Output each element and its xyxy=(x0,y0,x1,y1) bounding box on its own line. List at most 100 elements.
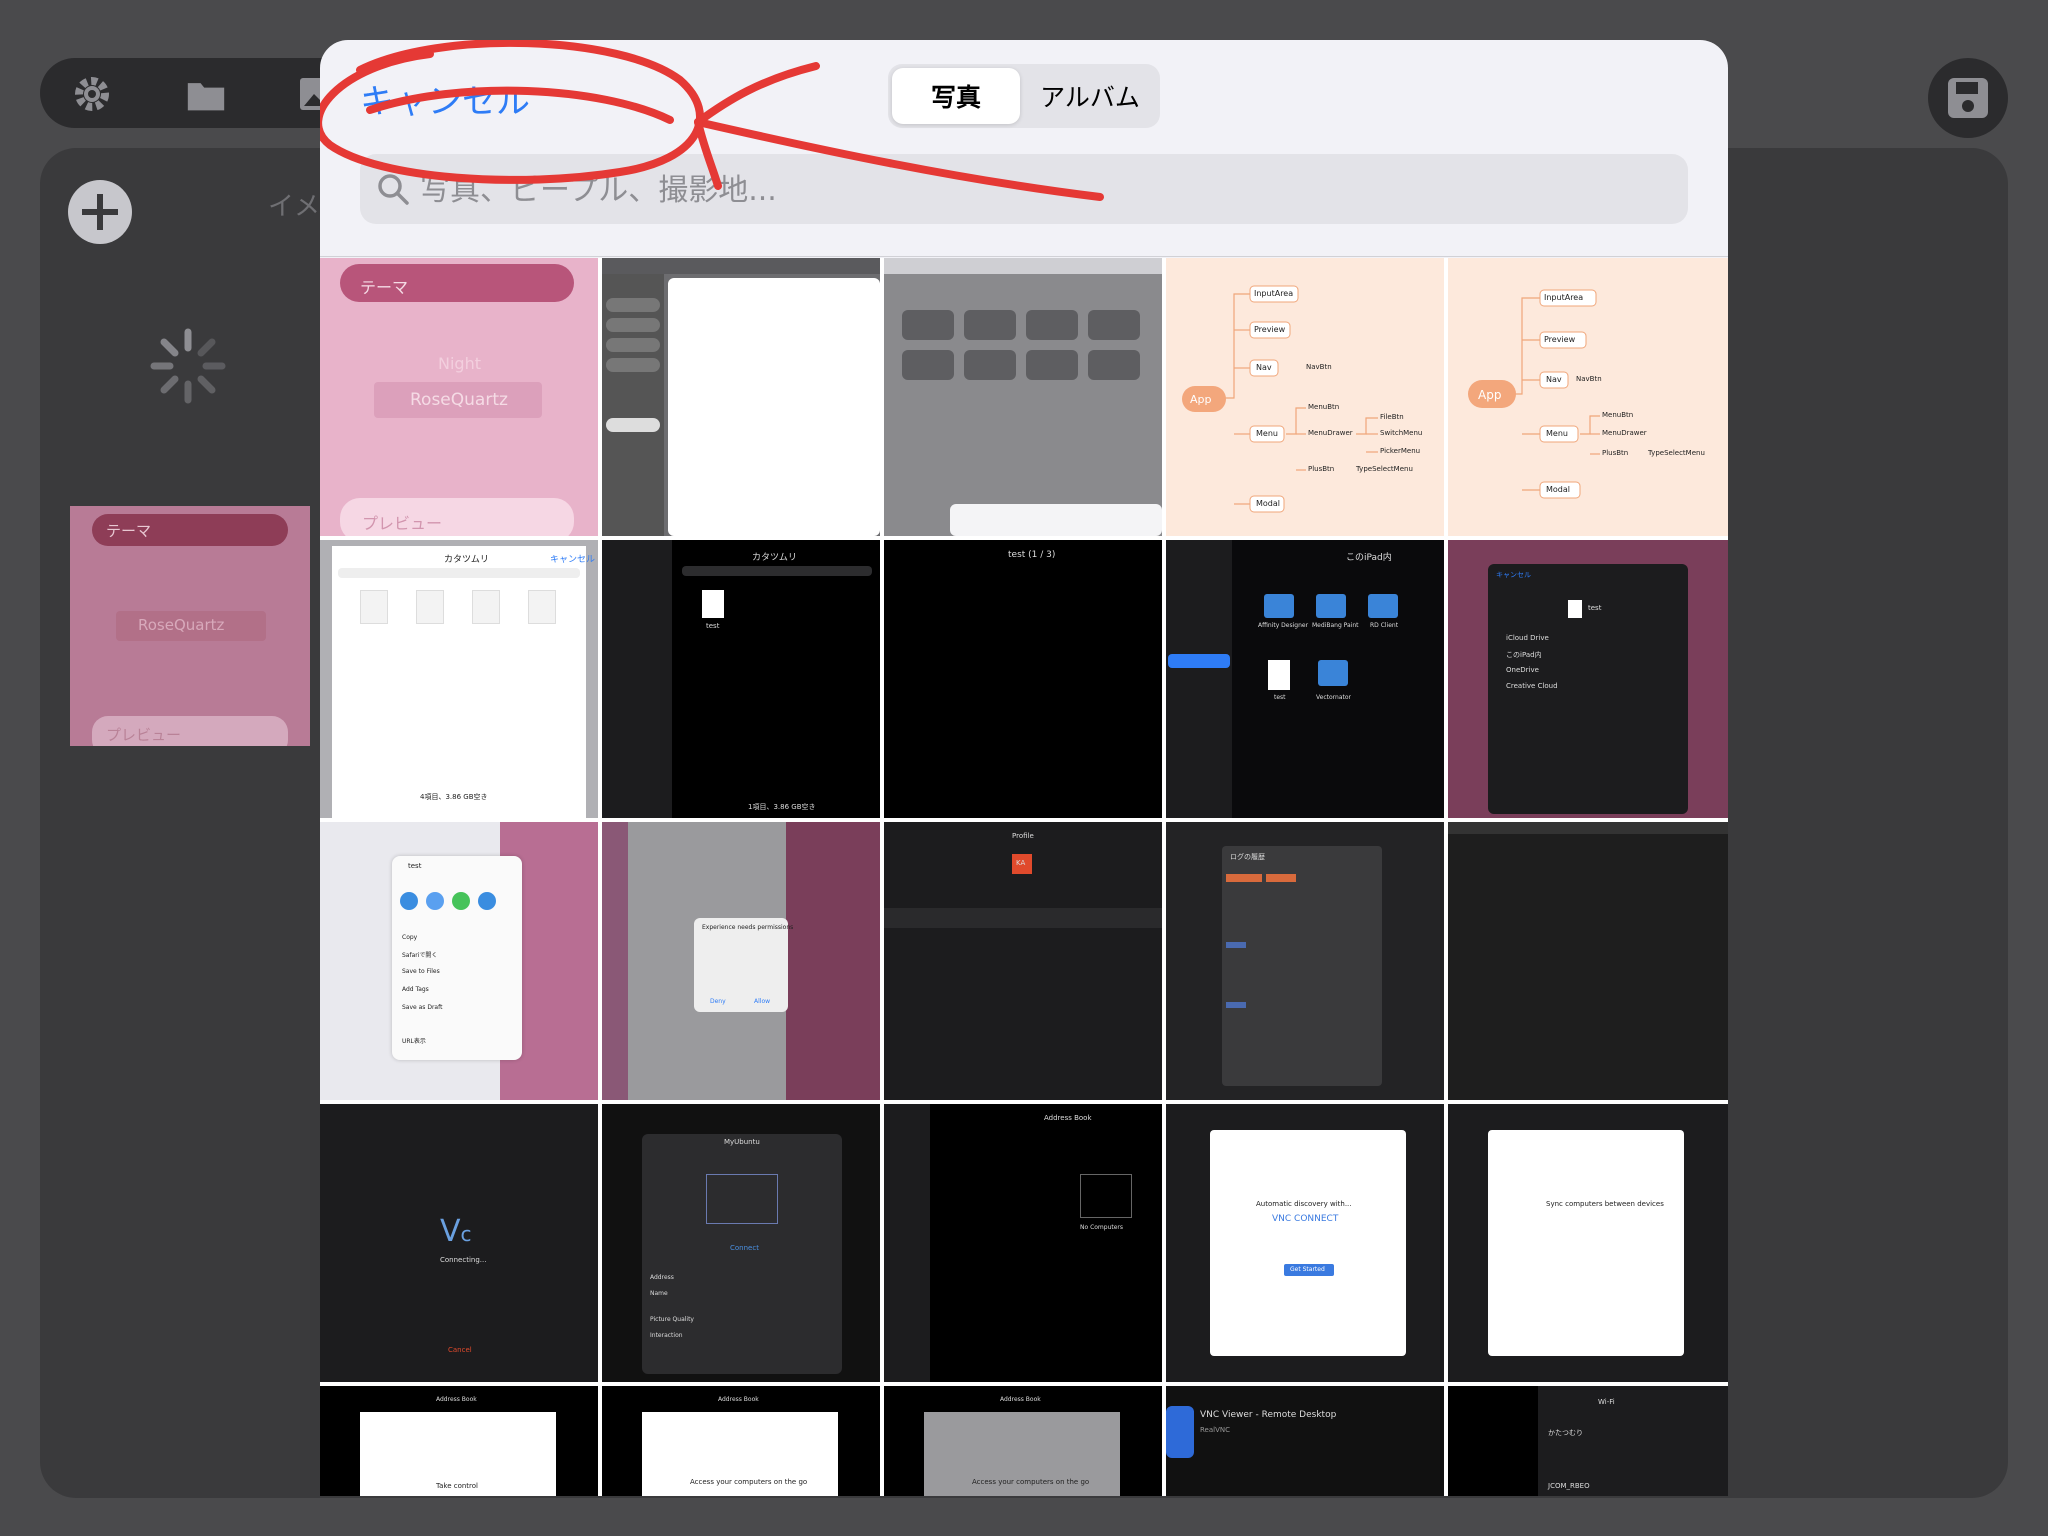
photo-thumbnail[interactable]: ログの履歴 xyxy=(1166,822,1444,1100)
cell-text: Save as Draft xyxy=(402,1004,443,1011)
cell-text: InputArea xyxy=(1254,289,1294,298)
photo-thumbnail[interactable]: カタツムリ キャンセル 4項目、3.86 GB空き xyxy=(320,540,598,818)
photo-thumbnail[interactable]: キャンセル test iCloud Drive このiPad内 OneDrive… xyxy=(1448,540,1728,818)
cell-text: RealVNC xyxy=(1200,1426,1231,1434)
thumb-theme-label: テーマ xyxy=(106,522,152,540)
cell-text: プレビュー xyxy=(362,514,443,533)
cell-text: Get Started xyxy=(1290,1266,1325,1273)
photo-thumbnail[interactable] xyxy=(884,258,1162,536)
cell-text: URL表示 xyxy=(402,1038,426,1045)
cell-text: RoseQuartz xyxy=(410,390,508,410)
cell-text: RD Client xyxy=(1370,622,1399,629)
photo-thumbnail[interactable]: Address Book Access your computers on th… xyxy=(884,1386,1162,1496)
cell-text: Wi-Fi xyxy=(1598,1398,1615,1406)
cell-text: Modal xyxy=(1546,485,1570,494)
cell-text: MenuBtn xyxy=(1602,411,1634,419)
cell-text: Preview xyxy=(1544,335,1576,344)
photo-thumbnail[interactable] xyxy=(1588,822,1728,1100)
cell-text: MyUbuntu xyxy=(724,1138,760,1146)
cell-text: PlusBtn xyxy=(1602,449,1629,457)
cell-text: かたつむり xyxy=(1548,1429,1583,1437)
cell-text: Name xyxy=(650,1290,668,1297)
photo-thumbnail[interactable]: VNC Viewer - Remote Desktop RealVNC xyxy=(1166,1386,1444,1496)
gear-icon[interactable] xyxy=(72,74,112,114)
photo-thumbnail[interactable]: テーマ Night RoseQuartz プレビュー xyxy=(320,258,598,536)
loading-spinner-icon xyxy=(150,328,226,404)
cell-text: test xyxy=(706,622,720,630)
cell-text: NavBtn xyxy=(1306,363,1332,371)
segment-photos[interactable]: 写真 xyxy=(892,68,1020,124)
cell-text: iCloud Drive xyxy=(1506,634,1549,642)
cell-text: Add Tags xyxy=(402,986,429,993)
cell-text: Affinity Designer xyxy=(1258,622,1309,629)
background-preview-thumbnail[interactable]: テーマ RoseQuartz プレビュー xyxy=(70,506,310,746)
cell-text: VNC Viewer - Remote Desktop xyxy=(1200,1410,1337,1420)
photo-thumbnail[interactable]: App InputArea Preview Nav NavBtn Menu Me… xyxy=(1448,258,1728,536)
cell-text: Night xyxy=(438,354,481,373)
cancel-button[interactable]: キャンセル xyxy=(360,74,530,123)
cell-text: TypeSelectMenu xyxy=(1356,465,1413,473)
search-field[interactable] xyxy=(360,154,1688,224)
cell-text: Cancel xyxy=(448,1346,472,1354)
photo-thumbnail[interactable]: MyUbuntu Connect Address Name Picture Qu… xyxy=(602,1104,880,1382)
photo-thumbnail[interactable]: このiPad内 Affinity Designer MediBang Paint… xyxy=(1166,540,1444,818)
cell-text: SwitchMenu xyxy=(1380,429,1423,437)
cell-text: Save to Files xyxy=(402,968,440,975)
add-button[interactable] xyxy=(68,180,132,244)
photo-thumbnail[interactable]: Address Book No Computers xyxy=(884,1104,1162,1382)
cell-text: Modal xyxy=(1256,499,1280,508)
cell-text: ログの履歴 xyxy=(1230,853,1265,861)
cell-text: App xyxy=(1190,393,1212,406)
photo-thumbnail[interactable]: App InputArea Preview Nav NavBtn Menu Me… xyxy=(1166,258,1444,536)
cell-text: Safariで開く xyxy=(402,952,438,959)
photo-thumbnail[interactable]: Wi-Fi かたつむり JCOM_RBEO xyxy=(1448,1386,1728,1496)
search-input[interactable] xyxy=(418,166,1662,214)
photo-thumbnail[interactable]: Automatic discovery with... VNC CONNECT … xyxy=(1166,1104,1444,1382)
photo-thumbnail[interactable]: test (1 / 3) xyxy=(884,540,1162,818)
cell-text: このiPad内 xyxy=(1506,651,1542,659)
cell-text: PlusBtn xyxy=(1308,465,1335,473)
photo-thumbnail[interactable]: Vc Connecting... Cancel xyxy=(320,1104,598,1382)
thumb-sample-text: RoseQuartz xyxy=(138,616,225,634)
cell-text: Picture Quality xyxy=(650,1316,694,1323)
cell-text: Vectornator xyxy=(1316,694,1351,701)
cell-text: OneDrive xyxy=(1506,666,1539,674)
cell-text: このiPad内 xyxy=(1346,553,1392,563)
cell-text: Take control xyxy=(436,1482,479,1490)
photo-thumbnail[interactable] xyxy=(1448,822,1588,1100)
cell-text: test (1 / 3) xyxy=(1008,550,1056,560)
cell-text: Address Book xyxy=(1044,1114,1092,1122)
photo-picker-sheet: キャンセル 写真 アルバム テーマ Night RoseQuartz プレビュー xyxy=(320,40,1728,1496)
photo-thumbnail[interactable]: Address Book Take control xyxy=(320,1386,598,1496)
segment-albums[interactable]: アルバム xyxy=(1024,68,1156,124)
cell-text: test xyxy=(1274,694,1286,701)
cell-text: 1項目、3.86 GB空き xyxy=(748,803,816,811)
photo-thumbnail[interactable]: Sync computers between devices xyxy=(1448,1104,1728,1382)
cell-text: FileBtn xyxy=(1380,413,1404,421)
cell-text: Experience needs permissions xyxy=(702,924,794,931)
cell-text: 4項目、3.86 GB空き xyxy=(420,793,488,801)
photo-thumbnail[interactable] xyxy=(602,258,880,536)
cell-text: Menu xyxy=(1256,429,1278,438)
cell-text: Access your computers on the go xyxy=(690,1478,808,1486)
cell-text: Nav xyxy=(1546,375,1562,384)
cell-text: Copy xyxy=(402,934,418,941)
cell-text: カタツムリ xyxy=(752,553,797,563)
photo-thumbnail[interactable]: カタツムリ test 1項目、3.86 GB空き xyxy=(602,540,880,818)
cell-text: Automatic discovery with... xyxy=(1256,1200,1352,1208)
cell-text: Profile xyxy=(1012,832,1034,840)
cell-text: キャンセル xyxy=(1496,571,1531,579)
save-icon xyxy=(1948,78,1988,118)
photo-thumbnail[interactable]: Profile KA xyxy=(884,822,1162,1100)
cell-text: Nav xyxy=(1256,363,1272,372)
cell-text: MediBang Paint xyxy=(1312,622,1359,629)
cell-text: Address Book xyxy=(718,1396,759,1403)
photo-thumbnail[interactable]: Address Book Access your computers on th… xyxy=(602,1386,880,1496)
folder-icon[interactable] xyxy=(186,74,226,114)
cell-text: テーマ xyxy=(360,278,409,297)
cell-text: Connect xyxy=(730,1244,759,1252)
photo-thumbnail[interactable]: Experience needs permissions Deny Allow xyxy=(602,822,880,1100)
photo-thumbnail[interactable]: test Copy Safariで開く Save to Files Add Ta… xyxy=(320,822,598,1100)
save-button[interactable] xyxy=(1928,58,2008,138)
cell-text: No Computers xyxy=(1080,1224,1124,1231)
